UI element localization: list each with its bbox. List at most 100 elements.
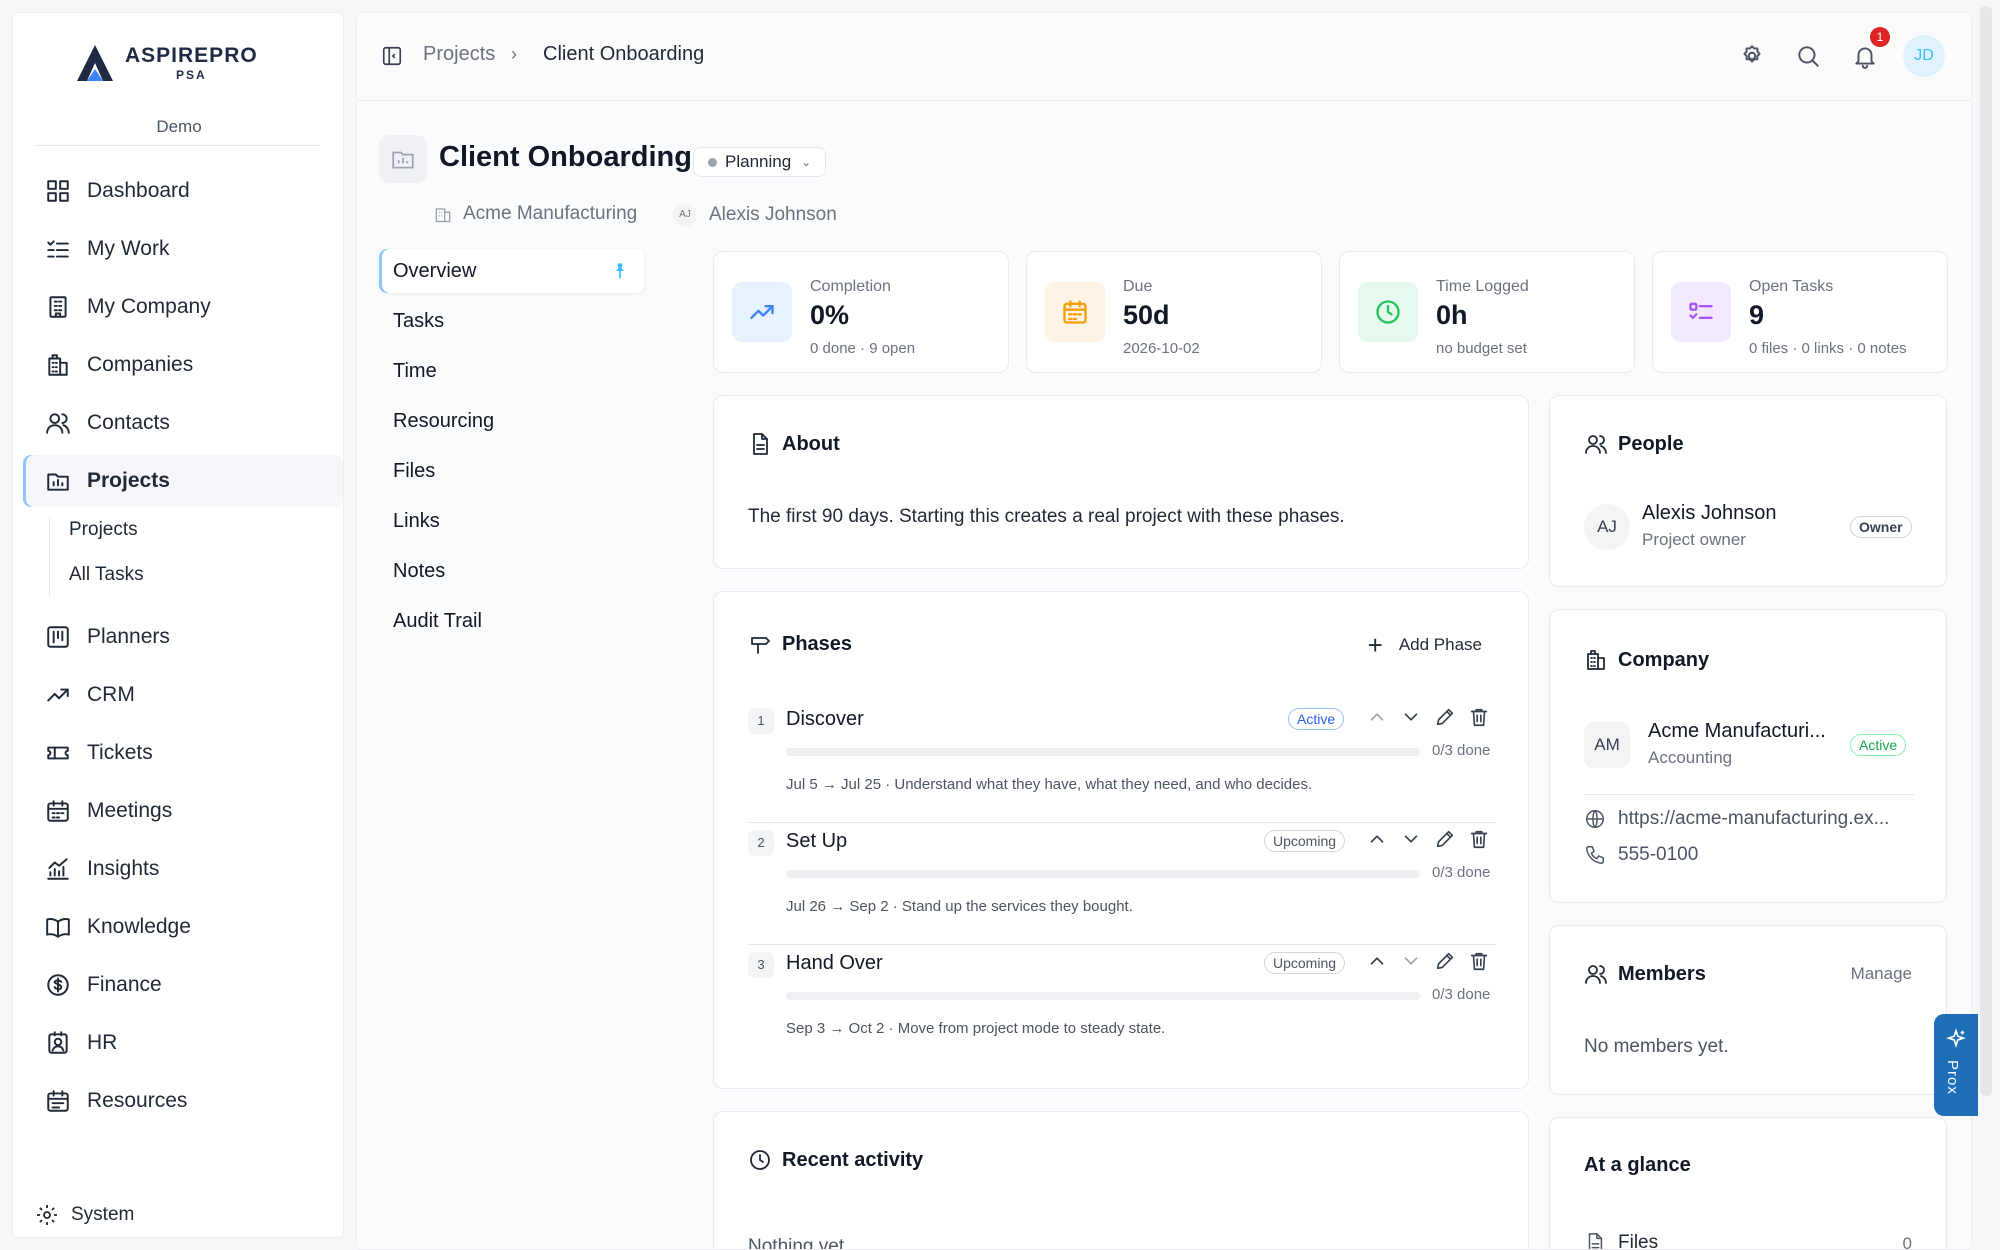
phase-actions bbox=[1366, 828, 1502, 850]
edit-icon[interactable] bbox=[1434, 950, 1456, 972]
sidebar-item-label: Insights bbox=[87, 857, 160, 880]
tab-links[interactable]: Links bbox=[379, 499, 644, 543]
tab-audit-trail[interactable]: Audit Trail bbox=[379, 599, 644, 643]
sidebar-item-knowledge[interactable]: Knowledge bbox=[23, 901, 343, 953]
trash-icon[interactable] bbox=[1468, 828, 1490, 850]
project-company[interactable]: Acme Manufacturing bbox=[433, 203, 637, 225]
status-dropdown[interactable]: Planning ⌄ bbox=[693, 147, 827, 177]
sidebar-item-dashboard[interactable]: Dashboard bbox=[23, 165, 343, 217]
scrollbar[interactable] bbox=[1980, 6, 1992, 1096]
company-website[interactable]: https://acme-manufacturing.ex... bbox=[1584, 808, 1889, 830]
project-owner[interactable]: AJ Alexis Johnson bbox=[673, 203, 837, 227]
sidebar-item-insights[interactable]: Insights bbox=[23, 843, 343, 895]
tab-overview[interactable]: Overview bbox=[379, 249, 644, 293]
user-avatar[interactable]: JD bbox=[1903, 35, 1945, 77]
planner-icon bbox=[47, 626, 69, 648]
add-phase-label: Add Phase bbox=[1398, 635, 1482, 654]
stat-value: 0% bbox=[810, 300, 850, 330]
bell-icon[interactable] bbox=[1852, 43, 1878, 69]
stat-value: 9 bbox=[1749, 300, 1765, 330]
move-down-icon[interactable] bbox=[1400, 828, 1422, 850]
move-down-icon[interactable] bbox=[1400, 950, 1422, 972]
sidebar-item-companies[interactable]: Companies bbox=[23, 339, 343, 391]
phase-status-badge: Upcoming bbox=[1264, 952, 1346, 974]
sidebar-item-tickets[interactable]: Tickets bbox=[23, 727, 343, 779]
company-name[interactable]: Acme Manufacturi... bbox=[1648, 720, 1826, 743]
breadcrumb-projects[interactable]: Projects bbox=[423, 43, 495, 66]
phase-status-badge: Active bbox=[1288, 708, 1345, 730]
phase-done: 0/3 done bbox=[1432, 986, 1491, 1003]
phone-icon bbox=[1586, 846, 1604, 864]
recent-empty: Nothing yet. bbox=[748, 1236, 850, 1250]
sidebar-item-hr[interactable]: HR bbox=[23, 1017, 343, 1069]
edit-icon[interactable] bbox=[1434, 828, 1456, 850]
sidebar-item-finance[interactable]: Finance bbox=[23, 959, 343, 1011]
sidebar-item-my-company[interactable]: My Company bbox=[23, 281, 343, 333]
companies-icon bbox=[48, 354, 68, 376]
search-icon[interactable] bbox=[1795, 43, 1821, 69]
stat-value: 0h bbox=[1436, 300, 1468, 330]
building-icon bbox=[435, 208, 451, 223]
tab-tasks[interactable]: Tasks bbox=[379, 299, 644, 343]
phase-name[interactable]: Hand Over bbox=[786, 952, 883, 975]
person-name[interactable]: Alexis Johnson bbox=[1642, 502, 1777, 525]
stat-icon-wrap bbox=[1045, 282, 1105, 342]
stat-icon-wrap bbox=[732, 282, 792, 342]
phase-actions bbox=[1366, 950, 1502, 972]
phase-name[interactable]: Discover bbox=[786, 708, 864, 731]
status-dot bbox=[708, 157, 717, 167]
stat-card-time-logged: Time Logged 0h no budget set bbox=[1339, 251, 1635, 373]
tab-notes[interactable]: Notes bbox=[379, 549, 644, 593]
prox-label: Prox bbox=[1944, 1060, 1961, 1095]
company-phone[interactable]: 555-0100 bbox=[1584, 844, 1698, 866]
sidebar-subitem-all-tasks[interactable]: All Tasks bbox=[69, 564, 144, 586]
prox-assistant-button[interactable]: Prox bbox=[1934, 1014, 1978, 1116]
sidebar-item-contacts[interactable]: Contacts bbox=[23, 397, 343, 449]
trash-icon[interactable] bbox=[1468, 706, 1490, 728]
company-name: Acme Manufacturing bbox=[463, 203, 638, 224]
list-check-icon bbox=[47, 240, 69, 258]
move-up-icon[interactable] bbox=[1366, 950, 1388, 972]
sidebar-divider bbox=[35, 145, 321, 146]
brand-name: ASPIREPRO bbox=[125, 44, 258, 67]
phase-name[interactable]: Set Up bbox=[786, 830, 847, 853]
tab-files[interactable]: Files bbox=[379, 449, 644, 493]
sidebar-item-label: Resources bbox=[87, 1089, 188, 1112]
card-title-text: Members bbox=[1618, 962, 1706, 985]
sidebar-item-my-work[interactable]: My Work bbox=[23, 223, 343, 275]
book-icon bbox=[46, 918, 70, 938]
tab-time[interactable]: Time bbox=[379, 349, 644, 393]
resources-icon bbox=[47, 1090, 69, 1112]
sidebar-item-projects[interactable]: Projects bbox=[23, 455, 343, 507]
sidebar-item-meetings[interactable]: Meetings bbox=[23, 785, 343, 837]
sidebar-toggle-icon[interactable] bbox=[381, 45, 403, 67]
owner-tag: Owner bbox=[1850, 516, 1912, 538]
sidebar-item-system[interactable]: System bbox=[35, 1203, 134, 1227]
move-up-icon[interactable] bbox=[1366, 828, 1388, 850]
sidebar-item-resources[interactable]: Resources bbox=[23, 1075, 343, 1127]
tab-resourcing[interactable]: Resourcing bbox=[379, 399, 644, 443]
status-label: Planning bbox=[725, 152, 792, 171]
manage-members-link[interactable]: Manage bbox=[1851, 964, 1912, 984]
phase-done: 0/3 done bbox=[1432, 864, 1491, 881]
sidebar-item-planners[interactable]: Planners bbox=[23, 611, 343, 663]
move-up-icon[interactable] bbox=[1366, 706, 1388, 728]
brand-logo[interactable]: ASPIREPRO PSA bbox=[73, 35, 293, 91]
settings-icon[interactable] bbox=[1739, 43, 1765, 69]
sidebar-item-label: Meetings bbox=[87, 799, 173, 822]
add-phase-button[interactable]: + Add Phase bbox=[1368, 632, 1482, 658]
glance-files-count: 0 bbox=[1902, 1234, 1912, 1250]
stat-value: 50d bbox=[1123, 300, 1170, 330]
sidebar-item-crm[interactable]: CRM bbox=[23, 669, 343, 721]
sidebar-item-label: Finance bbox=[87, 973, 162, 996]
person-role: Project owner bbox=[1642, 530, 1746, 549]
edit-icon[interactable] bbox=[1434, 706, 1456, 728]
clock-icon bbox=[1376, 300, 1400, 324]
sidebar-subitem-projects[interactable]: Projects bbox=[69, 519, 138, 541]
phase-progress-bar bbox=[786, 748, 1420, 756]
glance-files-row: Files bbox=[1584, 1232, 1658, 1249]
trash-icon[interactable] bbox=[1468, 950, 1490, 972]
pin-icon[interactable] bbox=[610, 261, 630, 281]
phase-row: 2 Set Up Upcoming 0/3 done Jul 26 → Sep … bbox=[748, 814, 1496, 936]
move-down-icon[interactable] bbox=[1400, 706, 1422, 728]
